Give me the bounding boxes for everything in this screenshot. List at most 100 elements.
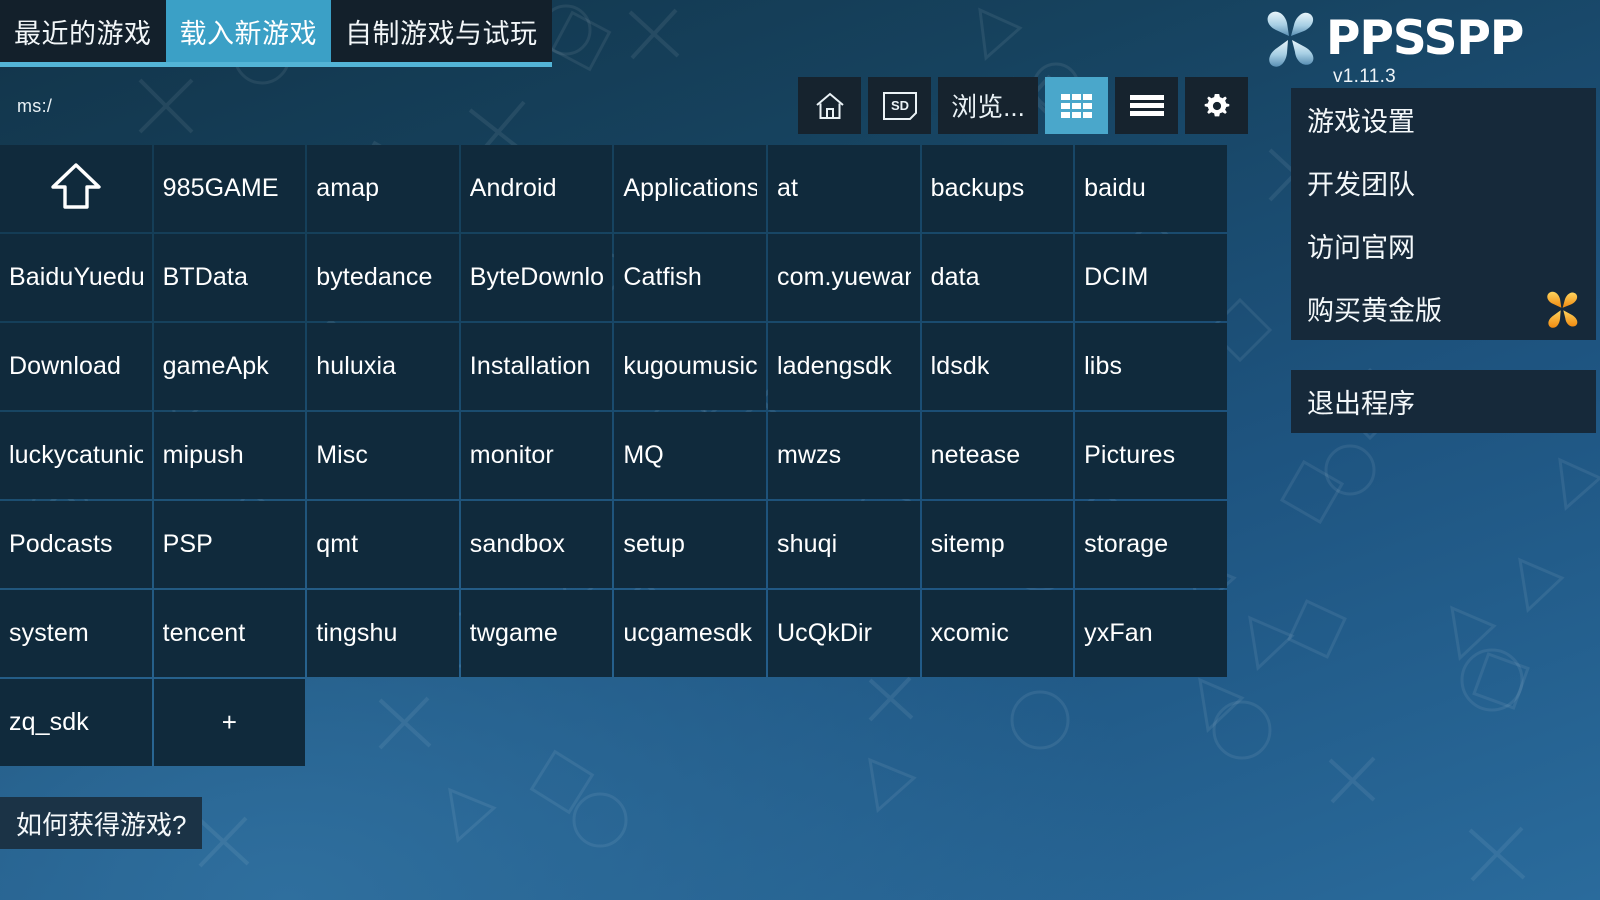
grid-item-folder[interactable]: Catfish [614,234,766,321]
grid-item-folder[interactable]: amap [307,145,459,232]
grid-item-folder[interactable]: backups [921,145,1074,232]
grid-item-folder[interactable]: ucgamesdk [614,590,766,677]
sd-card-icon: SD [881,90,919,122]
grid-item-label: mwzs [776,441,842,469]
browse-label: 浏览... [951,92,1025,122]
grid-item-folder[interactable]: at [767,145,920,232]
home-button[interactable] [798,77,861,134]
menu-exit[interactable]: 退出程序 [1291,370,1596,433]
grid-item-folder[interactable]: Android [460,145,613,232]
menu-item-label: 购买黄金版 [1307,296,1442,326]
grid-item-folder[interactable]: ldsdk [921,323,1074,410]
grid-item-folder[interactable]: 985GAME [153,145,306,232]
grid-item-label: Download [9,352,121,380]
grid-item-label: + [221,707,238,737]
grid-item-folder[interactable]: data [921,234,1074,321]
grid-item-folder[interactable]: tencent [153,590,306,677]
grid-item-add-new[interactable]: + [153,679,306,766]
list-view-icon [1129,93,1165,119]
grid-item-folder[interactable]: libs [1075,323,1227,410]
grid-item-folder[interactable]: storage [1075,501,1227,588]
grid-item-folder[interactable]: UcQkDir [767,590,920,677]
grid-item-folder[interactable]: system [0,590,152,677]
grid-item-folder[interactable]: monitor [460,412,613,499]
grid-item-label: Podcasts [9,530,113,558]
grid-item-folder[interactable]: Applications [614,145,766,232]
tab-load-new-game[interactable]: 载入新游戏 [165,0,331,62]
menu-game-settings[interactable]: 游戏设置 [1291,88,1596,151]
home-icon [813,89,847,123]
grid-item-label: xcomic [930,619,1009,647]
right-panel: PPSSPP v1.11.3 游戏设置开发团队访问官网购买黄金版 退出程序 [1255,0,1600,433]
sd-card-button[interactable]: SD [868,77,931,134]
grid-item-label: tingshu [316,619,398,647]
how-to-get-games-label: 如何获得游戏? [16,809,187,840]
grid-item-folder[interactable]: shuqi [767,501,920,588]
grid-item-label: storage [1084,530,1169,558]
menu-item-label: 开发团队 [1307,170,1415,200]
grid-item-folder[interactable]: BaiduYuedu [0,234,152,321]
grid-item-folder[interactable]: Download [0,323,152,410]
grid-item-folder[interactable]: MQ [614,412,766,499]
grid-item-folder[interactable]: Installation [460,323,613,410]
grid-item-folder[interactable]: twgame [460,590,613,677]
grid-item-label: yxFan [1084,619,1153,647]
menu-credits[interactable]: 开发团队 [1291,151,1596,214]
grid-item-folder[interactable]: DCIM [1075,234,1227,321]
grid-item-label: baidu [1084,174,1146,202]
browse-button[interactable]: 浏览... [938,77,1038,134]
grid-item-folder[interactable]: com.yuewan. [767,234,920,321]
grid-item-folder[interactable]: setup [614,501,766,588]
grid-item-label: ladengsdk [776,352,892,380]
tab-homebrew-demos[interactable]: 自制游戏与试玩 [331,0,552,62]
grid-item-label: luckycatunion [9,441,143,469]
tab-recent-games[interactable]: 最近的游戏 [0,0,166,62]
grid-item-folder[interactable]: tingshu [307,590,459,677]
app-title: PPSSPP [1326,10,1524,66]
grid-item-folder[interactable]: Podcasts [0,501,152,588]
grid-item-folder[interactable]: xcomic [921,590,1074,677]
grid-item-label: twgame [469,619,558,647]
list-view-button[interactable] [1115,77,1178,134]
settings-button[interactable] [1185,77,1248,134]
grid-item-folder[interactable]: Pictures [1075,412,1227,499]
grid-item-label: BTData [162,263,248,291]
menu-exit-label: 退出程序 [1307,389,1415,419]
grid-item-folder[interactable]: gameApk [153,323,306,410]
grid-item-folder[interactable]: PSP [153,501,306,588]
grid-item-label: com.yuewan. [776,263,911,291]
how-to-get-games-button[interactable]: 如何获得游戏? [0,797,203,849]
grid-item-folder[interactable]: bytedance [307,234,459,321]
grid-item-folder[interactable]: sandbox [460,501,613,588]
app-logo: PPSSPP [1260,9,1600,67]
grid-item-folder[interactable]: luckycatunion [0,412,152,499]
gear-icon [1201,90,1233,122]
menu-buy-gold[interactable]: 购买黄金版 [1291,277,1596,340]
grid-item-label: monitor [469,441,554,469]
grid-item-folder[interactable]: mwzs [767,412,920,499]
grid-item-label: libs [1084,352,1123,380]
grid-item-folder[interactable]: yxFan [1075,590,1227,677]
grid-item-folder[interactable]: netease [921,412,1074,499]
grid-item-folder[interactable]: ladengsdk [767,323,920,410]
menu-item-label: 游戏设置 [1307,107,1415,137]
grid-item-folder[interactable]: sitemp [921,501,1074,588]
grid-item-folder[interactable]: BTData [153,234,306,321]
grid-item-folder[interactable]: qmt [307,501,459,588]
grid-item-folder[interactable]: ByteDownloa [460,234,613,321]
grid-item-parent-directory[interactable] [0,145,152,232]
grid-view-button[interactable] [1045,77,1108,134]
app-version-label: v1.11.3 [1333,66,1397,87]
grid-item-folder[interactable]: kugoumusic [614,323,766,410]
grid-item-folder[interactable]: Misc [307,412,459,499]
arrow-up-icon [48,160,104,217]
grid-item-folder[interactable]: huluxia [307,323,459,410]
grid-item-label: sandbox [469,530,566,558]
grid-item-folder[interactable]: mipush [153,412,306,499]
grid-item-label: MQ [623,441,664,469]
ppsspp-petal-logo-icon [1260,9,1320,67]
grid-item-folder[interactable]: zq_sdk [0,679,152,766]
grid-item-folder[interactable]: baidu [1075,145,1227,232]
grid-item-label: zq_sdk [9,708,89,736]
menu-visit-website[interactable]: 访问官网 [1291,214,1596,277]
